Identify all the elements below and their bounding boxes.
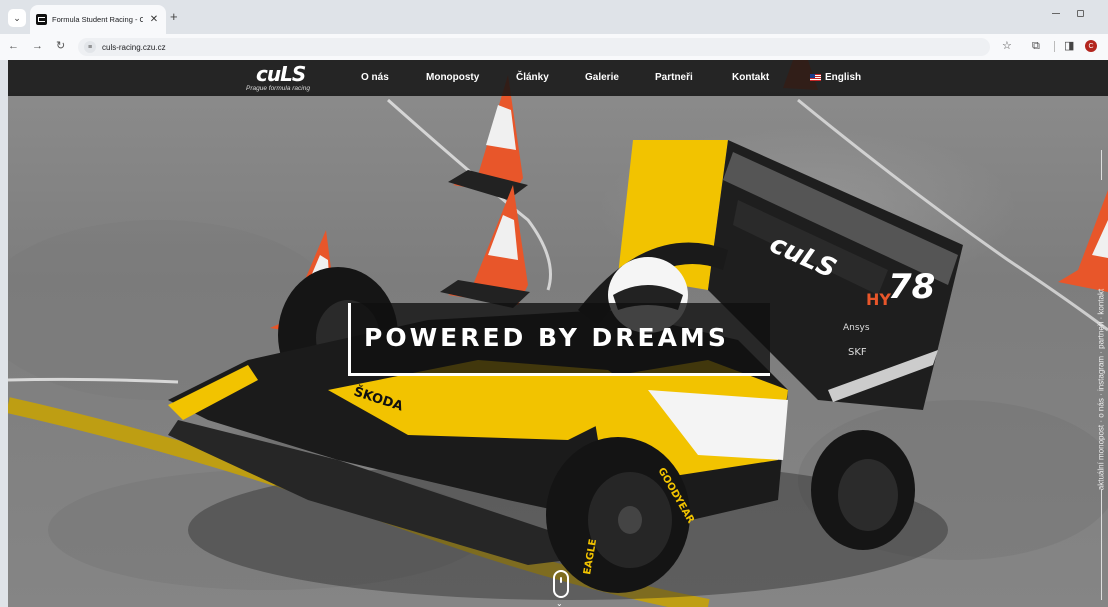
hero-headline: POWERED BY DREAMS [364, 323, 729, 352]
toolbar-separator [1054, 41, 1055, 52]
site-info-icon[interactable]: ≡ [84, 41, 96, 53]
browser-toolbar: ← → ↻ ≡ culs-racing.czu.cz ☆ ⧉ ◨ C [0, 34, 1108, 60]
cone [440, 185, 530, 308]
svg-text:78: 78 [888, 267, 935, 307]
svg-text:Ansys: Ansys [843, 323, 870, 333]
window-maximize-icon[interactable] [1077, 10, 1084, 17]
back-arrow-icon[interactable]: ← [8, 40, 19, 52]
new-tab-button[interactable]: + [170, 10, 178, 23]
svg-text:HY: HY [866, 290, 891, 309]
address-bar[interactable]: ≡ culs-racing.czu.cz [78, 38, 990, 56]
svg-text:SKF: SKF [848, 347, 867, 358]
site-logo[interactable]: cuLS Prague formula racing [246, 64, 324, 94]
scroll-mouse-icon[interactable] [553, 570, 569, 598]
nav-link-cars[interactable]: Monoposty [426, 72, 479, 84]
side-panel-icon[interactable]: ◨ [1064, 40, 1074, 52]
tab-favicon-icon [36, 14, 47, 25]
tab-close-icon[interactable]: ✕ [148, 14, 160, 25]
headline-underline [348, 373, 770, 376]
extensions-icon[interactable]: ⧉ [1032, 40, 1040, 52]
forward-arrow-icon[interactable]: → [32, 40, 43, 52]
reload-icon[interactable]: ↻ [56, 40, 65, 52]
wheel [811, 430, 915, 550]
profile-avatar[interactable]: C [1085, 40, 1097, 52]
tab-search-chevron-icon[interactable]: ⌄ [8, 9, 26, 27]
nav-link-english[interactable]: English [810, 72, 861, 84]
logo-subtitle: Prague formula racing [246, 85, 310, 92]
logo-mark: cuLS [256, 62, 306, 86]
site-nav: cuLS Prague formula racing O nás Monopos… [8, 60, 1108, 96]
side-divider [1101, 150, 1102, 180]
nav-link-contact[interactable]: Kontakt [732, 72, 769, 84]
side-divider [1101, 490, 1102, 600]
us-flag-icon [810, 74, 821, 81]
scroll-chevron-icon[interactable]: ⌄ [556, 599, 563, 607]
window-minimize-icon[interactable] [1052, 13, 1060, 14]
nav-link-partners[interactable]: Partneři [655, 72, 693, 84]
nav-link-gallery[interactable]: Galerie [585, 72, 619, 84]
tab-title: Formula Student Racing - CULS [52, 15, 143, 24]
browser-tabstrip: ⌄ Formula Student Racing - CULS ✕ + [0, 0, 1108, 34]
nav-english-label: English [825, 72, 862, 83]
nav-link-articles[interactable]: Články [516, 72, 549, 84]
bookmark-star-icon[interactable]: ☆ [1002, 40, 1012, 52]
browser-tab[interactable]: Formula Student Racing - CULS ✕ [30, 5, 166, 34]
url-text[interactable]: culs-racing.czu.cz [102, 43, 166, 52]
page-viewport: cuLS 78 HY Ansys SKF ŠKODA GOODYEAR EAGL… [8, 60, 1108, 607]
nav-link-about[interactable]: O nás [361, 72, 389, 84]
